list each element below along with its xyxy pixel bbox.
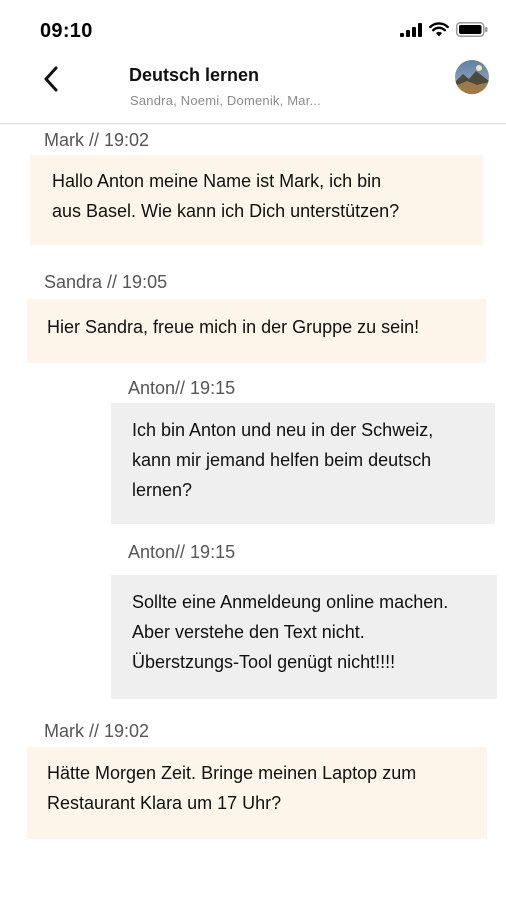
message-text-line: aus Basel. Wie kann ich Dich unterstütze… <box>52 201 400 221</box>
message-bubble[interactable]: Hier Sandra, freue mich in der Gruppe zu… <box>27 299 486 363</box>
message-meta: Mark // 19:02 <box>44 130 150 150</box>
message-bubble[interactable]: Hallo Anton meine Name ist Mark, ich bin… <box>30 155 483 245</box>
group-avatar[interactable] <box>455 60 489 94</box>
chevron-left-icon <box>44 66 58 92</box>
message-meta: Sandra // 19:05 <box>44 272 168 292</box>
message-text-line: Sollte eine Anmeldeung online machen. <box>132 592 449 612</box>
message-text-line: Hallo Anton meine Name ist Mark, ich bin <box>52 171 382 191</box>
message-text-line: Ich bin Anton und neu in der Schweiz, <box>132 420 434 440</box>
message-text-line: kann mir jemand helfen beim deutsch <box>132 450 432 470</box>
message-bubble[interactable]: Hätte Morgen Zeit. Bringe meinen Laptop … <box>27 747 487 839</box>
message-text-line: Hätte Morgen Zeit. Bringe meinen Laptop … <box>47 763 417 783</box>
back-button[interactable] <box>34 62 68 96</box>
status-bar: 09:10 <box>0 0 506 56</box>
message-text-line: Hier Sandra, freue mich in der Gruppe zu… <box>47 317 420 337</box>
wifi-icon <box>429 22 449 37</box>
message-text-line: Überstzungs-Tool genügt nicht!!!! <box>132 652 396 672</box>
status-icons <box>400 22 488 37</box>
status-time: 09:10 <box>40 20 93 42</box>
chat-title[interactable]: Deutsch lernen <box>129 65 259 86</box>
message-meta: Mark // 19:02 <box>44 721 150 741</box>
battery-icon <box>456 22 488 37</box>
message-text-line: lernen? <box>132 480 193 500</box>
message-text-line: Aber verstehe den Text nicht. <box>132 622 365 642</box>
message-meta: Anton// 19:15 <box>128 542 236 562</box>
message-meta: Anton// 19:15 <box>128 378 236 398</box>
cellular-signal-icon <box>400 22 422 37</box>
message-bubble[interactable]: Ich bin Anton und neu in der Schweiz, ka… <box>111 403 495 524</box>
chat-header: Deutsch lernen Sandra, Noemi, Domenik, M… <box>0 56 506 124</box>
chat-participants[interactable]: Sandra, Noemi, Domenik, Mar... <box>130 93 321 108</box>
message-bubble[interactable]: Sollte eine Anmeldeung online machen. Ab… <box>111 575 497 699</box>
message-list[interactable]: Mark // 19:02 Hallo Anton meine Name ist… <box>0 124 506 900</box>
message-text-line: Restaurant Klara um 17 Uhr? <box>47 793 282 813</box>
